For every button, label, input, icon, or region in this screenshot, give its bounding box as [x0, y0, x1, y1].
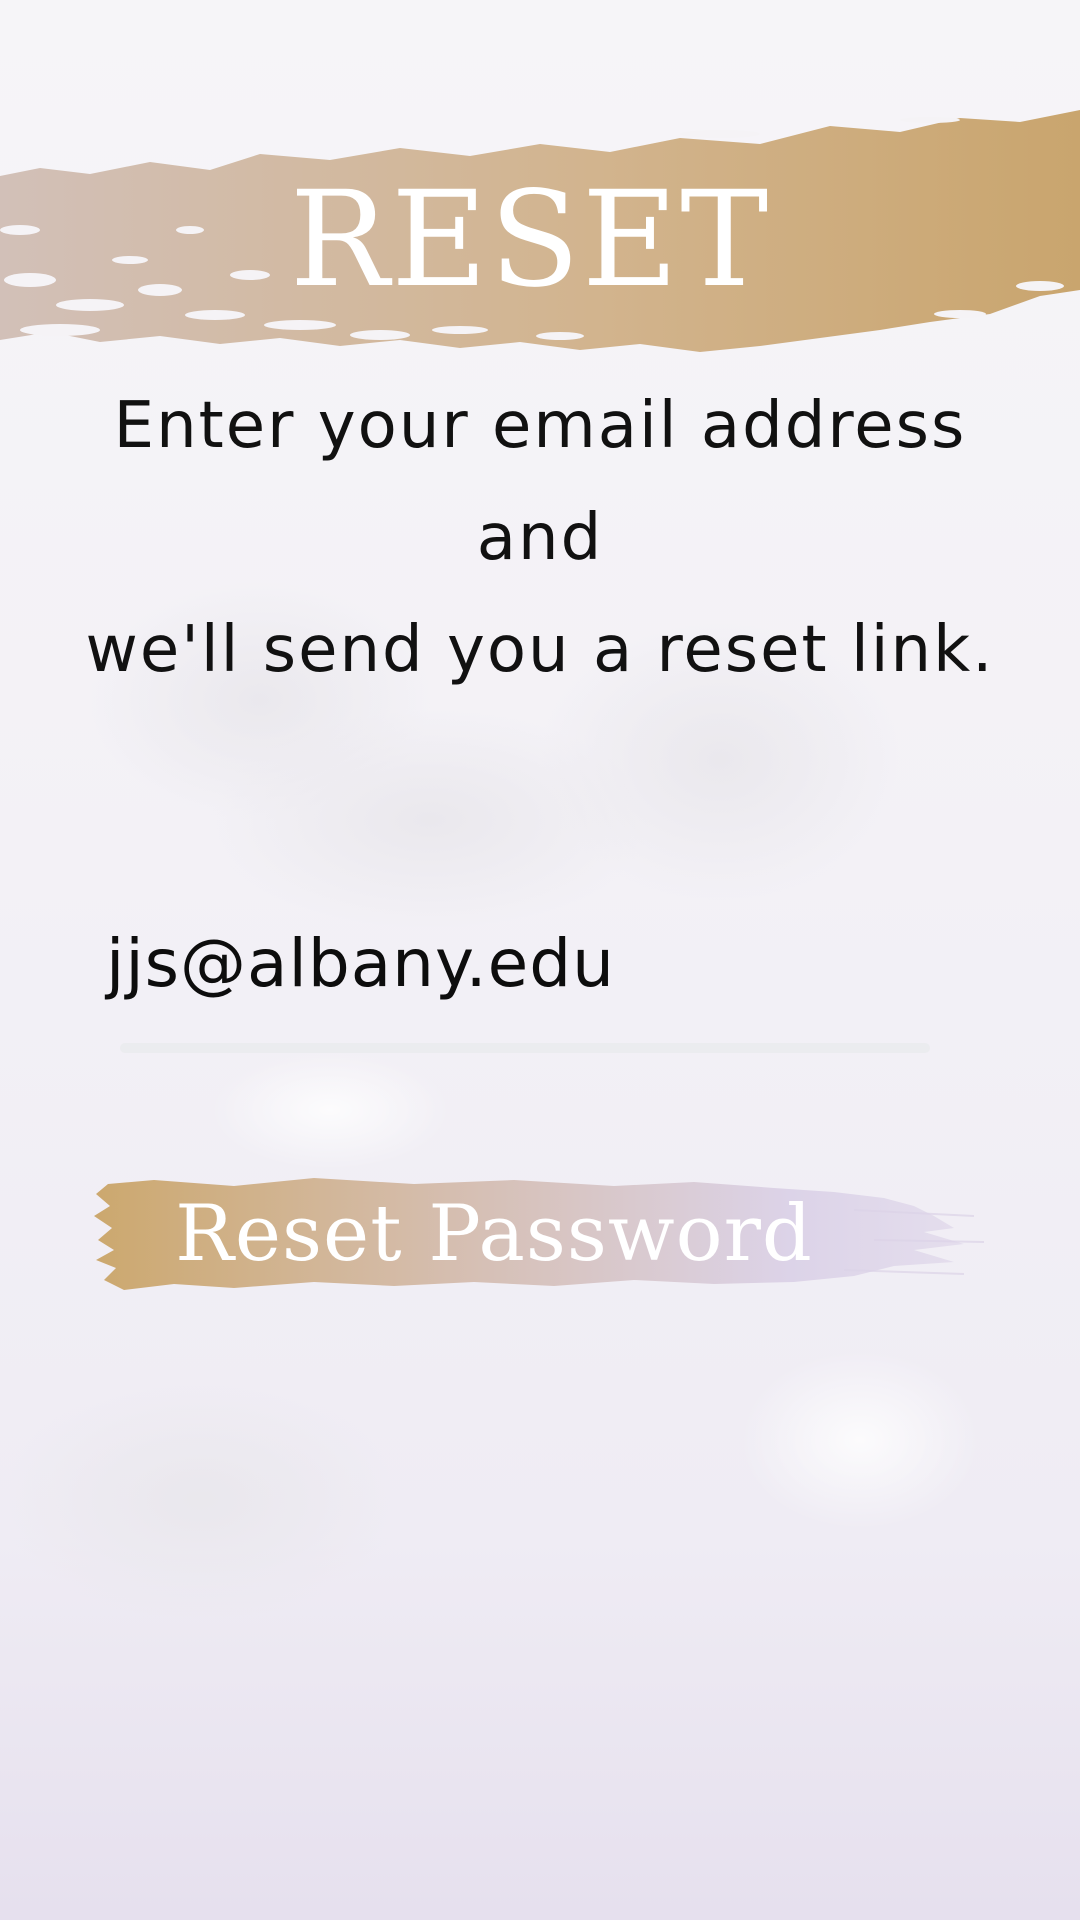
reset-password-button[interactable]: Reset Password [94, 1170, 984, 1300]
instructions-line-2: we'll send you a reset link. [85, 613, 995, 687]
email-field-value: jjs@albany.edu [106, 925, 615, 1002]
reset-password-label: Reset Password [175, 1189, 813, 1279]
page-title: RESET [289, 163, 771, 317]
email-field-underline [120, 1043, 930, 1053]
instructions-text: Enter your email address and we'll send … [40, 370, 1040, 706]
email-field[interactable]: jjs@albany.edu [100, 905, 940, 1055]
instructions-line-1: Enter your email address and [113, 389, 967, 575]
